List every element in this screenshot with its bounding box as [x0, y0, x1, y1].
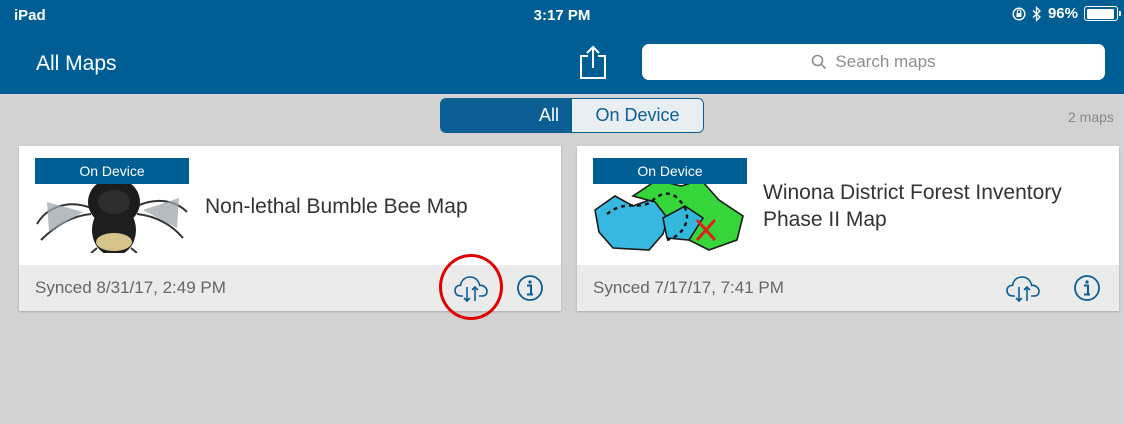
search-input[interactable]: Search maps — [642, 44, 1105, 80]
battery-icon — [1084, 6, 1121, 21]
cloud-sync-icon — [1006, 276, 1040, 303]
status-bar: iPad 3:17 PM 96% — [0, 0, 1124, 30]
sync-button[interactable] — [453, 273, 489, 305]
bluetooth-icon — [1032, 5, 1041, 22]
map-card[interactable]: On Device Winona District Forest Invento… — [577, 146, 1119, 311]
battery-fill — [1086, 8, 1115, 19]
orientation-lock-icon — [1012, 6, 1026, 21]
share-icon — [580, 45, 606, 79]
filter-all-segment[interactable]: All — [441, 99, 571, 132]
info-button[interactable] — [516, 274, 544, 302]
navigation-bar: All Maps Search maps — [0, 30, 1124, 94]
status-right: 96% — [1012, 5, 1121, 22]
status-time: 3:17 PM — [533, 7, 591, 24]
map-count: 2 maps — [1068, 109, 1114, 125]
map-card[interactable]: On Device Non-lethal Bumble Bee Map Sync… — [19, 146, 561, 311]
search-placeholder: Search maps — [835, 52, 936, 71]
info-button[interactable] — [1073, 274, 1101, 302]
share-button[interactable] — [577, 44, 609, 80]
synced-timestamp: Synced 7/17/17, 7:41 PM — [593, 278, 784, 297]
on-device-badge: On Device — [593, 158, 747, 184]
info-icon — [1074, 275, 1100, 301]
map-title: Non-lethal Bumble Bee Map — [205, 195, 468, 218]
info-icon — [517, 275, 543, 301]
card-footer: Synced 8/31/17, 2:49 PM — [19, 265, 561, 311]
search-icon — [812, 54, 827, 70]
synced-timestamp: Synced 8/31/17, 2:49 PM — [35, 278, 226, 297]
battery-percent: 96% — [1047, 5, 1078, 22]
filter-on-device-segment[interactable]: On Device — [571, 99, 703, 132]
card-footer: Synced 7/17/17, 7:41 PM — [577, 265, 1119, 311]
map-title: Winona District Forest Inventory Phase I… — [763, 181, 1062, 231]
cloud-sync-icon — [454, 276, 488, 303]
on-device-badge: On Device — [35, 158, 189, 184]
sync-button[interactable] — [1005, 273, 1041, 305]
filter-segmented-control: All On Device — [440, 98, 704, 133]
page-title: All Maps — [36, 52, 117, 75]
